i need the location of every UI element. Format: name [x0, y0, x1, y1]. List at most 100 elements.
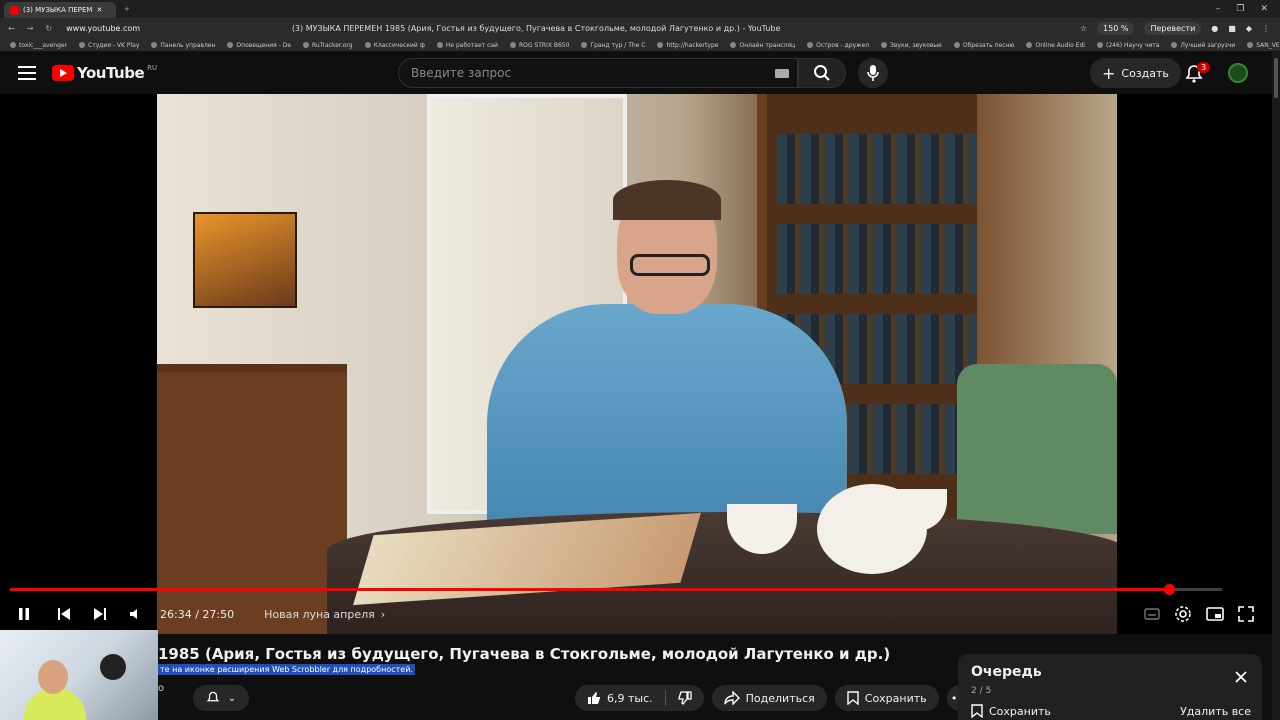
- close-icon[interactable]: [1234, 670, 1248, 684]
- bookmark-label: Классический ф: [373, 41, 425, 49]
- pause-button[interactable]: [14, 599, 34, 629]
- queue-delete-all-button[interactable]: Удалить все: [1180, 705, 1251, 718]
- skip-previous-icon: [58, 608, 70, 620]
- browser-tab-strip: (3) МУЗЫКА ПЕРЕМ ✕ + – ❐ ✕: [0, 0, 1280, 18]
- hamburger-menu-icon[interactable]: [18, 66, 36, 80]
- thumbs-down-icon: [677, 691, 692, 705]
- bookmark-item[interactable]: Панель управлен: [151, 42, 215, 49]
- microphone-icon: [867, 65, 879, 81]
- bookmark-item[interactable]: Не работает сай: [436, 42, 498, 49]
- bookmark-item[interactable]: Online Audio Edi: [1026, 42, 1085, 49]
- scene-cabinet: [157, 364, 347, 634]
- search-button[interactable]: [798, 58, 846, 88]
- like-button[interactable]: 6,9 тыс.: [575, 685, 665, 711]
- page-scrollbar[interactable]: [1272, 52, 1280, 720]
- progress-bar[interactable]: [10, 584, 1222, 595]
- player-right-controls: [1144, 605, 1280, 623]
- tab-title: (3) МУЗЫКА ПЕРЕМ: [23, 6, 93, 14]
- search-input[interactable]: Введите запрос: [398, 58, 798, 88]
- bookmark-item[interactable]: Оповещения - De: [227, 42, 291, 49]
- volume-button[interactable]: [126, 599, 146, 629]
- menu-dots-icon[interactable]: ⋮: [1262, 24, 1270, 33]
- bookmark-favicon-icon: [151, 42, 158, 48]
- bookmark-item[interactable]: Остров - дружел: [807, 42, 869, 49]
- save-label: Сохранить: [864, 691, 927, 705]
- bookmark-label: http://hackertype: [666, 41, 719, 49]
- bookmark-item[interactable]: http://hackertype: [657, 42, 718, 49]
- bookmark-item[interactable]: Гранд тур / The C: [581, 42, 645, 49]
- bookmark-favicon-icon: [657, 42, 664, 48]
- fullscreen-icon[interactable]: [1238, 606, 1254, 622]
- restore-icon[interactable]: ❐: [1236, 4, 1244, 14]
- voice-search-button[interactable]: [858, 58, 888, 88]
- dislike-button[interactable]: [666, 685, 704, 711]
- bookmark-item[interactable]: Лучший загрузчи: [1171, 42, 1235, 49]
- queue-save-button[interactable]: Сохранить: [971, 704, 1051, 718]
- zoom-indicator[interactable]: 150 %: [1097, 22, 1135, 35]
- create-button[interactable]: + Создать: [1090, 58, 1181, 88]
- bookmark-item[interactable]: toxic___avenger: [10, 42, 67, 49]
- queue-panel: Очередь 2 / 5 Сохранить Удалить все: [958, 654, 1262, 720]
- bookmark-item[interactable]: (246) Научу чита: [1096, 42, 1159, 49]
- page-scrollbar-thumb[interactable]: [1274, 58, 1278, 98]
- keyboard-icon[interactable]: [775, 68, 789, 78]
- new-tab-icon[interactable]: +: [124, 5, 130, 13]
- forward-icon[interactable]: →: [27, 24, 34, 33]
- notification-badge: 3: [1197, 62, 1211, 73]
- reload-icon[interactable]: ↻: [45, 24, 52, 33]
- chapter-button[interactable]: Новая луна апреля ›: [264, 608, 385, 621]
- bookmark-favicon-icon: [436, 42, 443, 48]
- bookmark-item[interactable]: Студия - VK Play: [79, 42, 139, 49]
- progress-scrubber-handle[interactable]: [1163, 584, 1175, 595]
- extension-icon[interactable]: ●: [1211, 24, 1218, 33]
- subscription-notifications-button[interactable]: ⌄: [193, 685, 249, 711]
- back-icon[interactable]: ←: [8, 24, 15, 33]
- translate-button[interactable]: Перевести: [1144, 22, 1202, 35]
- subtitles-icon[interactable]: [1144, 608, 1160, 620]
- bookmark-item[interactable]: Онлайн трансляц: [730, 42, 795, 49]
- share-button[interactable]: Поделиться: [711, 685, 827, 711]
- bookmark-item[interactable]: Обрезать песню: [953, 42, 1014, 49]
- bell-icon: [206, 691, 219, 702]
- browser-tab-active[interactable]: (3) МУЗЫКА ПЕРЕМ ✕: [4, 2, 116, 18]
- tab-close-icon[interactable]: ✕: [96, 6, 102, 14]
- bookmark-favicon-icon: [953, 42, 960, 48]
- minimize-icon[interactable]: –: [1216, 4, 1221, 14]
- video-player[interactable]: 26:34 / 27:50 Новая луна апреля ›: [0, 94, 1280, 634]
- bookmark-favicon-icon: [1026, 42, 1033, 48]
- settings-gear-icon[interactable]: [1174, 605, 1192, 623]
- url-field[interactable]: www.youtube.com: [66, 24, 256, 33]
- bookmark-item[interactable]: Звуки, звуковые: [881, 42, 942, 49]
- bookmark-item[interactable]: Классический ф: [364, 41, 425, 49]
- bookmark-item[interactable]: SAN_VENCI: [1247, 42, 1280, 49]
- close-window-icon[interactable]: ✕: [1260, 4, 1268, 14]
- miniplayer-icon[interactable]: [1206, 607, 1224, 621]
- bookmark-label: SAN_VENCI: [1256, 41, 1280, 49]
- browser-address-bar: ← → ↻ www.youtube.com (3) МУЗЫКА ПЕРЕМЕН…: [0, 18, 1280, 39]
- web-scrobbler-notice: те на иконке расширения Web Scrobbler дл…: [158, 664, 415, 675]
- next-button[interactable]: [90, 599, 110, 629]
- webcam-overlay: [0, 630, 158, 720]
- scene-chair: [957, 364, 1117, 534]
- bookmark-favicon-icon: [303, 42, 310, 48]
- previous-button[interactable]: [54, 599, 74, 629]
- pause-icon: [19, 608, 29, 620]
- skip-next-icon: [94, 608, 106, 620]
- extension-icon-3[interactable]: ◆: [1246, 24, 1252, 33]
- youtube-logo[interactable]: YouTube RU: [52, 64, 157, 82]
- extension-icon-2[interactable]: ■: [1228, 24, 1236, 33]
- save-to-playlist-button[interactable]: Сохранить: [834, 685, 939, 711]
- bookmark-label: Лучший загрузчи: [1180, 41, 1236, 49]
- bookmark-star-icon[interactable]: ☆: [1080, 24, 1087, 33]
- bookmark-item[interactable]: ROG STRIX B650: [509, 42, 569, 49]
- webcam-microphone: [100, 654, 126, 680]
- account-avatar[interactable]: [1228, 63, 1248, 83]
- bookmark-label: Online Audio Edi: [1035, 41, 1085, 49]
- like-dislike-group: 6,9 тыс.: [575, 685, 704, 711]
- bookmark-item[interactable]: RuTracker.org: [303, 42, 353, 49]
- channel-name-fragment[interactable]: о: [158, 683, 164, 694]
- queue-position: 2 / 5: [971, 686, 992, 696]
- chapter-title: Новая луна апреля: [264, 607, 375, 621]
- thumbs-up-icon: [588, 692, 600, 704]
- video-frame[interactable]: [157, 94, 1117, 634]
